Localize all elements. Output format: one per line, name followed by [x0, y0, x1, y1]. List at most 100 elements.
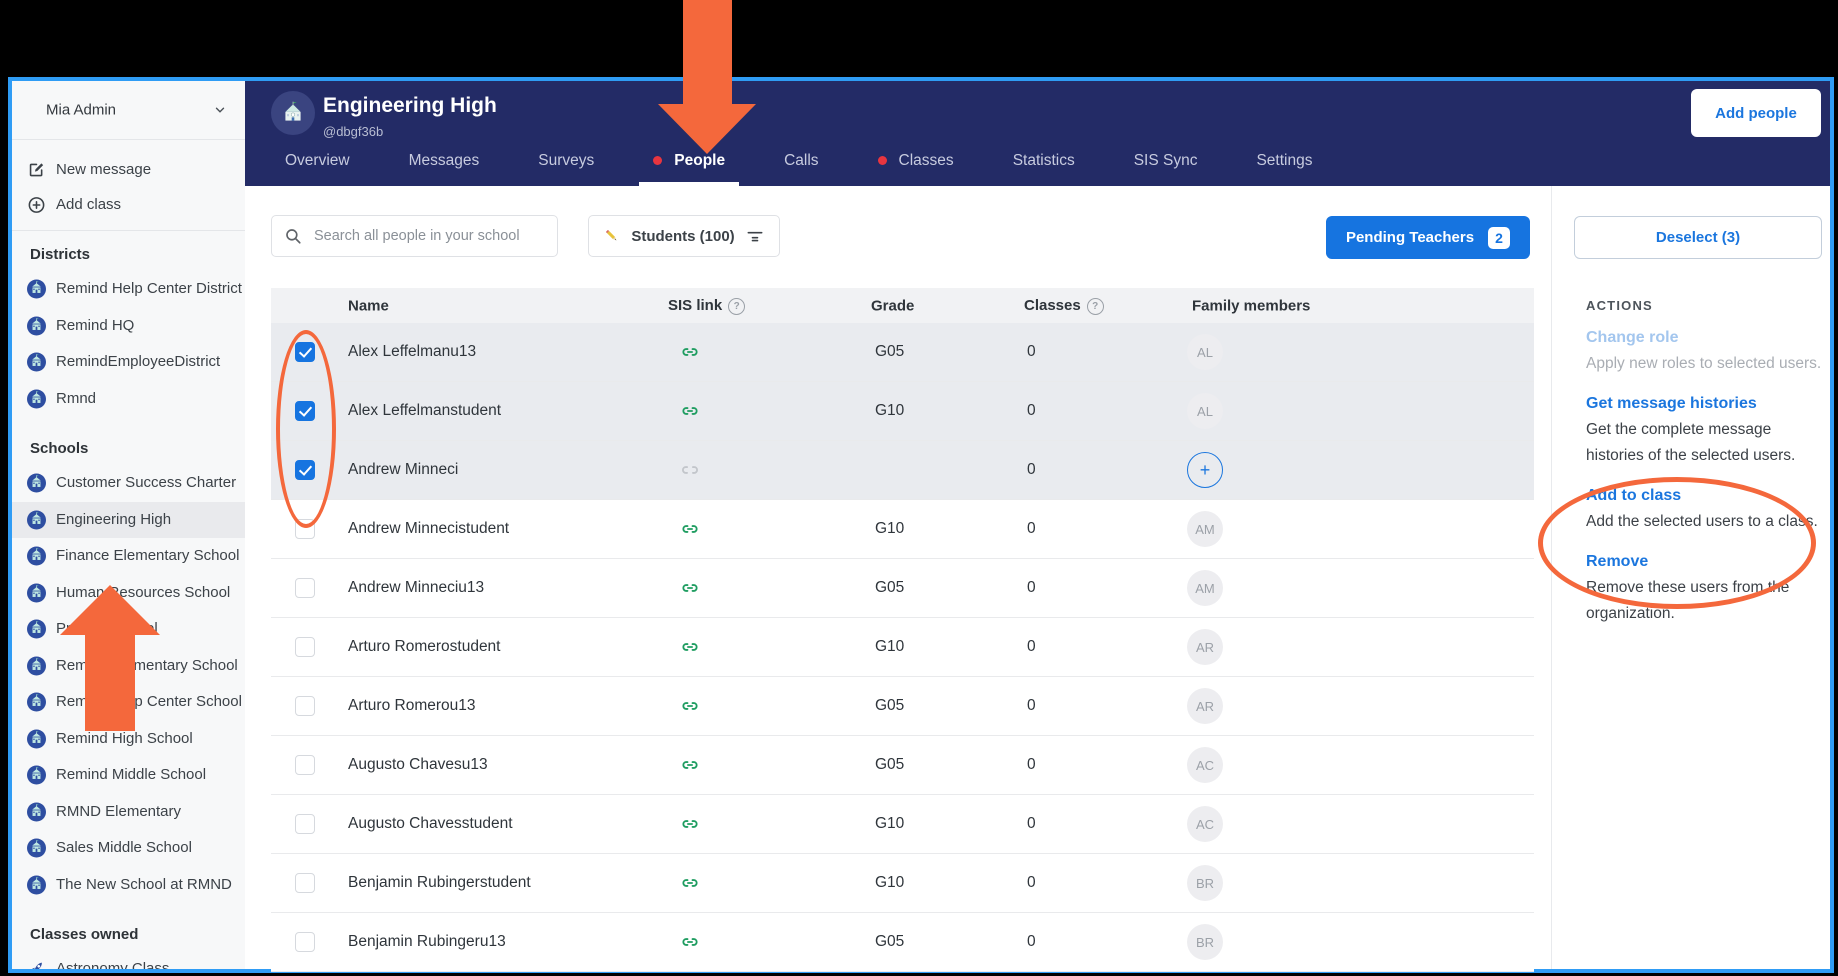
sidebar-item[interactable]: The New School at RMND	[12, 867, 245, 904]
tab[interactable]: Settings	[1256, 152, 1312, 186]
tab[interactable]: SIS Sync	[1134, 152, 1198, 186]
sidebar-item-label: Remind High School	[56, 730, 193, 747]
tab[interactable]: Surveys	[538, 152, 594, 186]
classes-count: 0	[1027, 520, 1036, 538]
action-link[interactable]: Remove	[1586, 551, 1828, 573]
pending-teachers-button[interactable]: Pending Teachers 2	[1326, 216, 1530, 259]
table-row[interactable]: Benjamin Rubingeru13 G05 0 BR	[271, 913, 1534, 972]
tab-label: Surveys	[538, 152, 594, 169]
table-row[interactable]: Alex Leffelmanstudent G10 0 AL	[271, 382, 1534, 441]
person-name[interactable]: Alex Leffelmanstudent	[348, 402, 501, 420]
table-row[interactable]: Augusto Chavesu13 G05 0 AC	[271, 736, 1534, 795]
new-message-button[interactable]: New message	[12, 152, 245, 187]
school-building-icon	[27, 766, 46, 785]
table-row[interactable]: Augusto Chavesstudent G10 0 AC	[271, 795, 1534, 854]
role-filter-chip[interactable]: Students (100)	[588, 215, 780, 257]
actions-list: ACTIONS Change role Apply new roles to s…	[1586, 298, 1828, 643]
table-row[interactable]: Andrew Minnecistudent G10 0 AM	[271, 500, 1534, 559]
classes-count: 0	[1027, 874, 1036, 892]
sidebar-item[interactable]: Product School	[12, 611, 245, 648]
action-description: Add the selected users to a class.	[1586, 509, 1828, 535]
sidebar-item[interactable]: Finance Elementary School	[12, 538, 245, 575]
account-switcher[interactable]: Mia Admin	[12, 81, 245, 140]
sis-linked-icon	[680, 814, 700, 834]
sidebar-item[interactable]: Human Resources School	[12, 575, 245, 612]
action-link[interactable]: Add to class	[1586, 485, 1828, 507]
person-name[interactable]: Benjamin Rubingerstudent	[348, 874, 531, 892]
row-checkbox[interactable]	[295, 460, 315, 480]
tab-label: Overview	[285, 152, 350, 169]
row-checkbox[interactable]	[295, 578, 315, 598]
person-name[interactable]: Andrew Minnecistudent	[348, 520, 509, 538]
tab[interactable]: Classes	[878, 152, 954, 186]
row-checkbox[interactable]	[295, 932, 315, 952]
sidebar-item[interactable]: Remind Elementary School	[12, 648, 245, 685]
tab[interactable]: People	[653, 152, 725, 186]
row-checkbox[interactable]	[295, 873, 315, 893]
person-name[interactable]: Augusto Chavesstudent	[348, 815, 513, 833]
person-name[interactable]: Benjamin Rubingeru13	[348, 933, 506, 951]
help-icon[interactable]: ?	[1087, 298, 1104, 315]
table-row[interactable]: Andrew Minneciu13 G05 0 AM	[271, 559, 1534, 618]
search-input[interactable]	[312, 227, 545, 245]
school-avatar	[271, 91, 315, 135]
row-checkbox[interactable]	[295, 814, 315, 834]
sidebar-item[interactable]: Remind Help Center School	[12, 684, 245, 721]
sidebar-item[interactable]: Sales Middle School	[12, 830, 245, 867]
grade-value: G10	[875, 815, 904, 833]
people-table: Name SIS link? Grade Classes? Family mem…	[271, 288, 1534, 972]
add-class-button[interactable]: Add class	[12, 187, 245, 222]
sidebar-item[interactable]: RemindEmployeeDistrict	[12, 344, 245, 381]
person-name[interactable]: Andrew Minneciu13	[348, 579, 484, 597]
sidebar-item[interactable]: Remind Help Center District	[12, 271, 245, 308]
person-name[interactable]: Alex Leffelmanu13	[348, 343, 476, 361]
row-checkbox[interactable]	[295, 755, 315, 775]
sidebar-item[interactable]: Astronomy Class	[12, 951, 245, 969]
classes-owned-header: Classes owned	[12, 919, 245, 951]
person-name[interactable]: Andrew Minneci	[348, 461, 458, 479]
sidebar-item[interactable]: Engineering High	[12, 502, 245, 539]
deselect-button[interactable]: Deselect (3)	[1574, 216, 1822, 259]
school-building-icon	[27, 802, 46, 821]
tab-label: People	[674, 152, 725, 169]
sidebar-item[interactable]: Remind High School	[12, 721, 245, 758]
sidebar-item[interactable]: Remind HQ	[12, 308, 245, 345]
action-link[interactable]: Change role	[1586, 327, 1828, 349]
person-name[interactable]: Arturo Romerou13	[348, 697, 476, 715]
school-building-icon	[27, 474, 46, 493]
school-building-icon	[27, 280, 46, 299]
sidebar: Mia Admin New message Add class	[12, 81, 246, 969]
sis-linked-icon	[680, 696, 700, 716]
row-checkbox[interactable]	[295, 342, 315, 362]
tab[interactable]: Calls	[784, 152, 818, 186]
search-icon	[284, 227, 302, 245]
table-row[interactable]: Andrew Minneci 0 +	[271, 441, 1534, 500]
sidebar-item-label: Remind Middle School	[56, 766, 206, 783]
table-row[interactable]: Arturo Romerostudent G10 0 AR	[271, 618, 1534, 677]
action-link[interactable]: Get message histories	[1586, 393, 1828, 415]
person-name[interactable]: Arturo Romerostudent	[348, 638, 501, 656]
sidebar-item-label: Engineering High	[56, 511, 171, 528]
table-row[interactable]: Alex Leffelmanu13 G05 0 AL	[271, 323, 1534, 382]
tab[interactable]: Overview	[285, 152, 350, 186]
sidebar-item[interactable]: RMND Elementary	[12, 794, 245, 831]
schools-header: Schools	[12, 433, 245, 465]
sidebar-item[interactable]: Remind Middle School	[12, 757, 245, 794]
row-checkbox[interactable]	[295, 696, 315, 716]
row-checkbox[interactable]	[295, 519, 315, 539]
add-people-button[interactable]: Add people	[1691, 89, 1821, 137]
row-checkbox[interactable]	[295, 637, 315, 657]
tab[interactable]: Messages	[409, 152, 480, 186]
help-icon[interactable]: ?	[728, 298, 745, 315]
tab[interactable]: Statistics	[1013, 152, 1075, 186]
sidebar-item-label: Remind Help Center District	[56, 280, 242, 297]
sidebar-item[interactable]: Customer Success Charter	[12, 465, 245, 502]
table-row[interactable]: Benjamin Rubingerstudent G10 0 BR	[271, 854, 1534, 913]
person-name[interactable]: Augusto Chavesu13	[348, 756, 488, 774]
add-family-member-button[interactable]: +	[1187, 452, 1223, 488]
classes-count: 0	[1027, 461, 1036, 479]
row-checkbox[interactable]	[295, 401, 315, 421]
school-building-icon	[27, 875, 46, 894]
sidebar-item[interactable]: Rmnd	[12, 381, 245, 418]
table-row[interactable]: Arturo Romerou13 G05 0 AR	[271, 677, 1534, 736]
